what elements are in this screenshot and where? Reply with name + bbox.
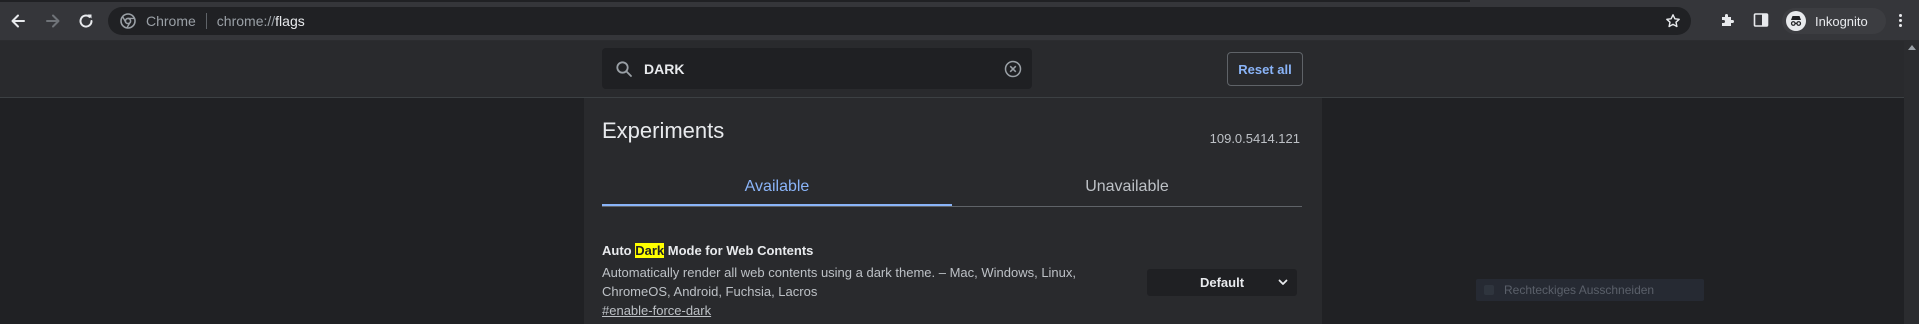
experiment-anchor-link[interactable]: #enable-force-dark	[602, 303, 711, 318]
url-prefix: chrome://	[216, 13, 276, 29]
snip-icon	[1484, 285, 1494, 295]
forward-button[interactable]	[40, 8, 66, 34]
ghost-tooltip: Rechteckiges Ausschneiden	[1476, 279, 1704, 301]
page-title: Experiments	[602, 118, 725, 143]
incognito-icon	[1786, 11, 1806, 31]
search-box[interactable]	[602, 48, 1032, 89]
search-highlight: Dark	[635, 243, 665, 258]
reload-button[interactable]	[73, 8, 99, 34]
bookmark-star-icon[interactable]	[1665, 13, 1681, 29]
search-icon	[614, 59, 634, 79]
version-label: 109.0.5414.121	[1209, 131, 1300, 146]
experiments-panel: Experiments 109.0.5414.121 Available Una…	[584, 98, 1322, 324]
select-value: Default	[1199, 275, 1245, 290]
flags-header: Reset all	[0, 41, 1904, 98]
ghost-tooltip-label: Rechteckiges Ausschneiden	[1504, 283, 1655, 297]
profile-label: Inkognito	[1815, 13, 1868, 29]
experiment-title-suffix: Mode for Web Contents	[664, 243, 814, 258]
tab-unavailable[interactable]: Unavailable	[952, 168, 1302, 205]
experiment-title: Auto Dark Mode for Web Contents	[602, 243, 813, 258]
experiment-state-select[interactable]: Default	[1147, 269, 1297, 296]
menu-dot	[1898, 13, 1902, 17]
forward-arrow-icon	[46, 14, 60, 28]
omnibox-separator	[205, 13, 207, 29]
chevron-down-icon	[1278, 279, 1288, 285]
back-button[interactable]	[5, 8, 31, 34]
menu-dot	[1898, 18, 1902, 22]
tab-strip-edge	[0, 0, 1470, 2]
clear-search-icon[interactable]	[1004, 60, 1022, 78]
omnibox-url[interactable]: chrome://flags	[217, 13, 305, 29]
extensions-puzzle-icon[interactable]	[1718, 10, 1738, 30]
url-host: flags	[275, 13, 305, 29]
tab-available[interactable]: Available	[602, 168, 952, 206]
reset-all-button[interactable]: Reset all	[1227, 52, 1303, 86]
experiment-description: Automatically render all web contents us…	[602, 265, 1077, 299]
browser-toolbar: Chrome chrome://flags Inkognito	[0, 0, 1919, 41]
incognito-profile-button[interactable]: Inkognito	[1782, 8, 1886, 34]
chrome-logo-icon	[120, 13, 136, 29]
scroll-up-arrow-icon[interactable]	[1908, 45, 1916, 50]
search-input[interactable]	[642, 59, 1004, 78]
experiment-title-prefix: Auto	[602, 243, 636, 258]
back-arrow-icon	[11, 14, 25, 28]
tab-bar: Available Unavailable	[602, 168, 1302, 207]
kebab-menu-icon[interactable]	[1890, 10, 1910, 30]
omnibox[interactable]: Chrome chrome://flags	[108, 7, 1691, 35]
omnibox-origin-label: Chrome	[146, 13, 196, 29]
page-scrollbar[interactable]	[1904, 41, 1919, 324]
side-panel-icon[interactable]	[1751, 10, 1771, 30]
reload-icon	[79, 14, 93, 28]
menu-dot	[1898, 23, 1902, 27]
